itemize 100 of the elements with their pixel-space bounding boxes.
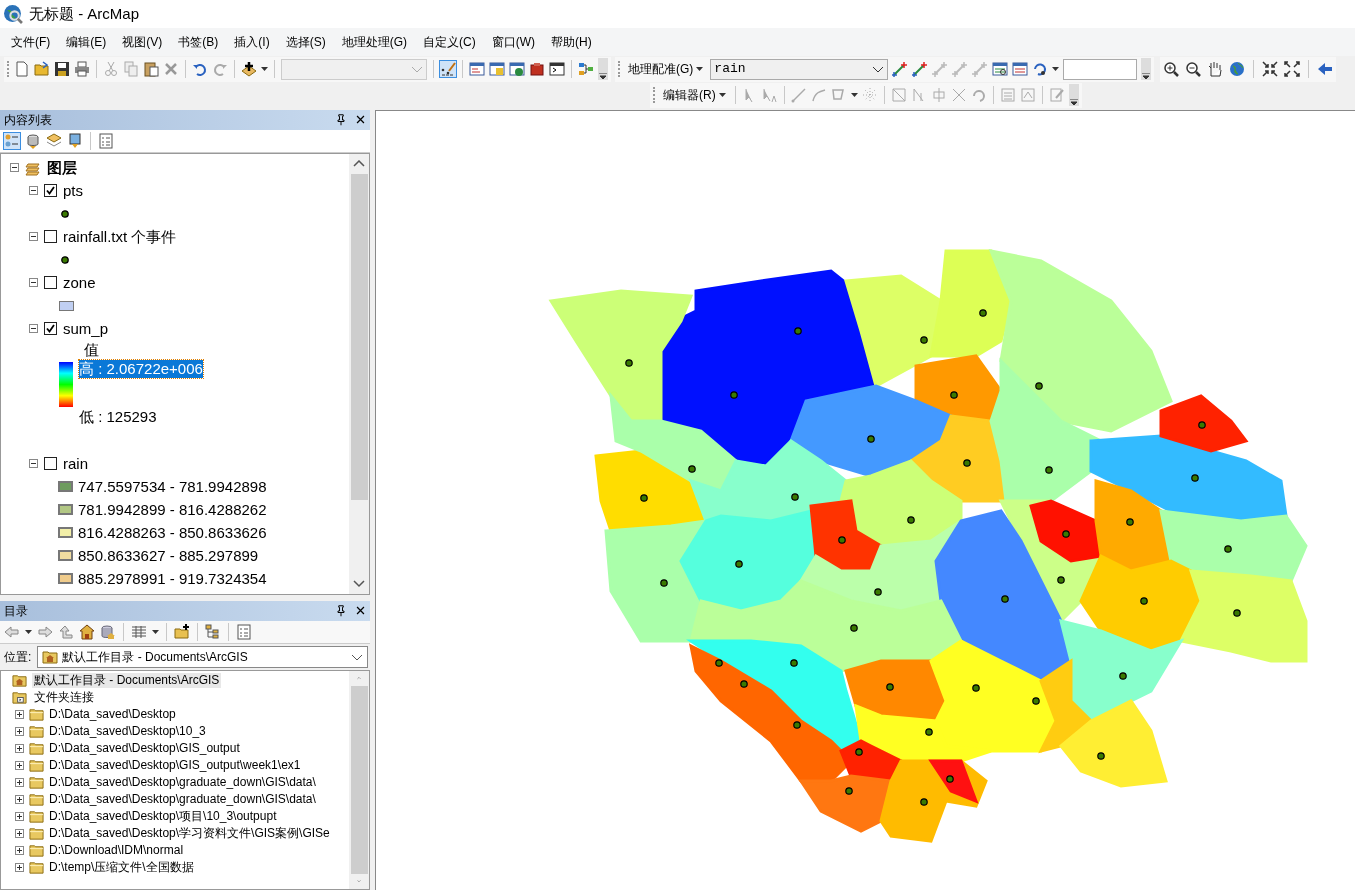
pin-icon[interactable] (335, 605, 347, 617)
folder-label[interactable]: 文件夹连接 (32, 690, 96, 705)
legend-label[interactable]: 低 : 125293 (79, 408, 157, 426)
layer-group-label[interactable]: 图层 (47, 158, 77, 177)
list-by-drawing-order-icon[interactable] (4, 133, 20, 149)
zoom-out-icon[interactable] (1185, 61, 1202, 77)
dropdown-caret-icon[interactable] (696, 67, 704, 71)
folder-label[interactable]: D:\Data_saved\Desktop\学习资料文件\GIS案例\GISe (49, 826, 330, 841)
menu-item[interactable]: 文件(F) (3, 34, 59, 50)
collapse-toggle-icon[interactable] (29, 232, 38, 241)
add-control-points-icon[interactable] (892, 61, 909, 77)
back-arrow-icon[interactable] (1317, 61, 1334, 77)
fixed-zoom-in-icon[interactable] (1262, 61, 1279, 77)
database-home-icon[interactable] (100, 624, 116, 640)
expand-toggle-icon[interactable] (15, 710, 24, 719)
delete-icon[interactable] (163, 61, 179, 77)
collapse-toggle-icon[interactable] (29, 459, 38, 468)
globe-icon[interactable] (1229, 61, 1246, 77)
close-icon[interactable] (355, 605, 366, 616)
collapse-toggle-icon[interactable] (29, 324, 38, 333)
dropdown-caret-icon[interactable] (25, 630, 32, 634)
editor-toolbar-icon[interactable] (440, 61, 456, 77)
editor-menu-button[interactable]: 编辑器(R) (660, 84, 729, 106)
menu-item[interactable]: 视图(V) (114, 34, 171, 50)
class-label[interactable]: 747.5597534 - 781.9942898 (78, 477, 267, 496)
dropdown-caret-icon[interactable] (850, 93, 858, 97)
dropdown-caret-icon[interactable] (718, 93, 726, 97)
class-label[interactable]: 885.2978991 - 919.7324354 (78, 569, 267, 588)
layer-name[interactable]: pts (63, 181, 83, 200)
layer-name[interactable]: rainfall.txt 个事件 (63, 227, 177, 246)
layer-combo-field[interactable]: rain (710, 58, 889, 80)
class-label[interactable]: 850.8633627 - 885.297899 (78, 546, 259, 565)
layer-name[interactable]: rain (63, 454, 88, 473)
view-grid-icon[interactable] (131, 624, 147, 640)
window-icon[interactable] (469, 61, 485, 77)
expand-toggle-icon[interactable] (15, 863, 24, 872)
pin-icon[interactable] (335, 114, 347, 126)
layer-name[interactable]: sum_p (63, 319, 109, 338)
print-icon[interactable] (74, 61, 90, 77)
close-icon[interactable] (355, 114, 366, 125)
menu-item[interactable]: 自定义(C) (415, 34, 484, 50)
scrollbar-thumb[interactable] (350, 685, 368, 875)
layer-checkbox[interactable] (44, 184, 57, 197)
folder-label[interactable]: 默认工作目录 - Documents\ArcGIS (32, 673, 222, 688)
globe-window-icon[interactable] (509, 61, 525, 77)
connect-folder-icon[interactable] (174, 624, 190, 640)
expand-toggle-icon[interactable] (15, 761, 24, 770)
dropdown-caret-icon[interactable] (261, 67, 268, 71)
menu-item[interactable]: 插入(I) (226, 34, 278, 50)
scrollbar-thumb[interactable] (350, 174, 368, 500)
window-icon[interactable] (489, 61, 505, 77)
collapse-toggle-icon[interactable] (10, 163, 19, 172)
layer-checkbox[interactable] (44, 230, 57, 243)
save-icon[interactable] (54, 61, 70, 77)
pan-hand-icon[interactable] (1207, 61, 1224, 77)
new-document-icon[interactable] (14, 61, 30, 77)
toolbox-icon[interactable] (529, 61, 545, 77)
rotate-icon[interactable] (1032, 61, 1049, 77)
menu-item[interactable]: 帮助(H) (543, 34, 600, 50)
model-builder-icon[interactable] (578, 61, 594, 77)
menu-item[interactable]: 书签(B) (170, 34, 227, 50)
menu-item[interactable]: 地理处理(G) (333, 34, 415, 50)
scale-field[interactable] (1063, 58, 1138, 80)
up-folder-icon[interactable] (58, 624, 74, 640)
scroll-up-icon[interactable] (353, 160, 365, 168)
expand-toggle-icon[interactable] (15, 795, 24, 804)
toolbar-options-icon[interactable] (1142, 73, 1151, 80)
scroll-down-icon[interactable] (353, 580, 365, 588)
layer-checkbox[interactable] (44, 457, 57, 470)
georeferencing-menu-button[interactable]: 地理配准(G) (625, 58, 707, 80)
link-table-icon[interactable] (992, 61, 1009, 77)
dropdown-caret-icon[interactable] (1052, 67, 1060, 71)
open-folder-icon[interactable] (34, 61, 50, 77)
menu-item[interactable]: 选择(S) (277, 34, 334, 50)
folder-label[interactable]: D:\Data_saved\Desktop\10_3 (49, 724, 206, 739)
folder-label[interactable]: D:\Data_saved\Desktop (49, 707, 176, 722)
table-icon[interactable] (1012, 61, 1029, 77)
menu-item[interactable]: 编辑(E) (58, 34, 115, 50)
expand-toggle-icon[interactable] (15, 744, 24, 753)
location-field[interactable]: 默认工作目录 - Documents\ArcGIS (37, 646, 368, 668)
add-data-icon[interactable] (241, 61, 257, 77)
class-label[interactable]: 816.4288263 - 850.8633626 (78, 523, 267, 542)
list-by-selection-icon[interactable] (67, 133, 83, 149)
folder-label[interactable]: D:\Download\IDM\normal (49, 843, 184, 858)
expand-toggle-icon[interactable] (15, 846, 24, 855)
collapse-toggle-icon[interactable] (29, 186, 38, 195)
expand-toggle-icon[interactable] (15, 829, 24, 838)
fixed-zoom-out-icon[interactable] (1284, 61, 1301, 77)
list-by-visibility-icon[interactable] (46, 133, 62, 149)
layer-checkbox[interactable] (44, 276, 57, 289)
folder-label[interactable]: D:\temp\压缩文件\全国数据 (49, 860, 194, 875)
zoom-in-icon[interactable] (1163, 61, 1180, 77)
folder-label[interactable]: D:\Data_saved\Desktop\项目\10_3\outpupt (49, 809, 277, 824)
folder-label[interactable]: D:\Data_saved\Desktop\GIS_output\week1\ex1 (49, 758, 301, 773)
list-by-source-icon[interactable] (25, 133, 41, 149)
auto-adjust-icon[interactable] (912, 61, 929, 77)
forward-icon[interactable] (37, 624, 53, 640)
tree-view-icon[interactable] (205, 624, 221, 640)
collapse-toggle-icon[interactable] (29, 278, 38, 287)
layer-name[interactable]: zone (63, 273, 96, 292)
